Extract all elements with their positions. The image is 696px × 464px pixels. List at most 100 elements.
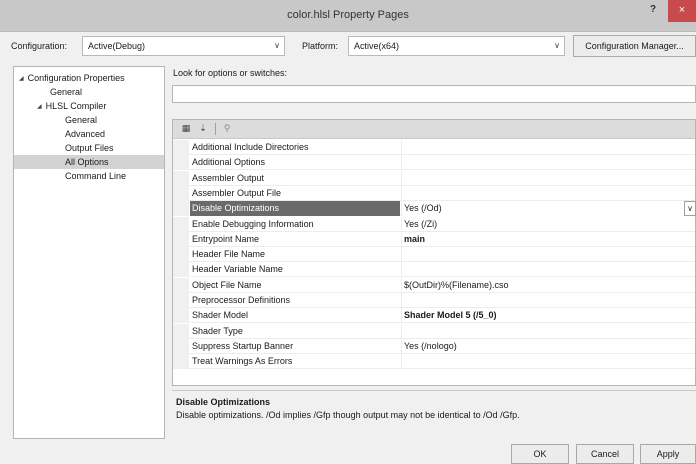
- title-bar: color.hlsl Property Pages ? ×: [0, 0, 696, 32]
- alphabetical-icon[interactable]: ⇣: [196, 122, 210, 135]
- dropdown-arrow-icon[interactable]: ∨: [684, 201, 696, 216]
- cancel-button[interactable]: Cancel: [576, 444, 634, 464]
- configuration-manager-button[interactable]: Configuration Manager...: [573, 35, 696, 57]
- property-value[interactable]: Yes (/nologo): [401, 338, 691, 354]
- platform-label: Platform:: [302, 41, 339, 51]
- property-row[interactable]: Preprocessor Definitions: [173, 293, 695, 308]
- property-name[interactable]: Additional Options: [190, 155, 400, 170]
- property-value[interactable]: Shader Model 5 (/5_0): [401, 308, 691, 324]
- property-row[interactable]: Entrypoint Name main: [173, 231, 695, 247]
- property-row[interactable]: Enable Debugging Information Yes (/Zi): [173, 216, 695, 232]
- property-row[interactable]: Suppress Startup Banner Yes (/nologo): [173, 338, 695, 354]
- chevron-down-icon: ∨: [274, 41, 280, 50]
- property-row[interactable]: Shader Model Shader Model 5 (/5_0): [173, 308, 695, 324]
- tree-item-all-options[interactable]: All Options: [14, 155, 164, 169]
- property-value[interactable]: [401, 262, 691, 278]
- tree-item-command-line[interactable]: Command Line: [65, 169, 126, 183]
- property-value[interactable]: main: [401, 231, 691, 247]
- property-row[interactable]: Treat Warnings As Errors: [173, 354, 695, 370]
- property-row[interactable]: Additional Options: [173, 155, 695, 171]
- property-name[interactable]: Enable Debugging Information: [190, 217, 400, 232]
- row-gutter: [173, 354, 189, 370]
- expand-triangle-icon[interactable]: ◢: [37, 104, 42, 110]
- description-text: Disable optimizations. /Od implies /Gfp …: [176, 410, 520, 420]
- property-grid-toolbar: ▦ ⇣ ⚲: [173, 120, 695, 139]
- property-value[interactable]: [401, 293, 691, 308]
- property-name[interactable]: Suppress Startup Banner: [190, 339, 400, 354]
- property-name[interactable]: Object File Name: [190, 278, 400, 293]
- apply-button[interactable]: Apply: [640, 444, 696, 464]
- help-button[interactable]: ?: [646, 4, 660, 20]
- configuration-value: Active(Debug): [88, 41, 146, 51]
- row-gutter: [173, 293, 189, 308]
- row-gutter: [173, 216, 189, 232]
- row-gutter: [173, 277, 189, 293]
- search-input[interactable]: [172, 85, 696, 103]
- property-name[interactable]: Entrypoint Name: [190, 232, 400, 247]
- property-row[interactable]: Shader Type: [173, 323, 695, 339]
- property-name[interactable]: Header Variable Name: [190, 262, 400, 277]
- configuration-bar: Configuration: Active(Debug) ∨ Platform:…: [0, 32, 696, 64]
- tree-item-label: Configuration Properties: [27, 73, 125, 83]
- close-button[interactable]: ×: [668, 0, 696, 22]
- row-gutter: [173, 262, 189, 278]
- property-name[interactable]: Assembler Output File: [190, 186, 400, 201]
- row-gutter: [173, 201, 189, 217]
- property-row[interactable]: Header Variable Name: [173, 262, 695, 278]
- tree-item-advanced[interactable]: Advanced: [65, 127, 105, 141]
- tree-item-hlsl-compiler[interactable]: ◢ HLSL Compiler: [37, 99, 106, 113]
- property-name[interactable]: Shader Model: [190, 308, 400, 323]
- property-value[interactable]: [401, 155, 691, 171]
- property-row[interactable]: Additional Include Directories: [173, 140, 695, 155]
- tree-item-general[interactable]: General: [50, 85, 82, 99]
- description-panel: Disable Optimizations Disable optimizati…: [172, 390, 696, 439]
- property-value[interactable]: [401, 323, 691, 339]
- expand-triangle-icon[interactable]: ◢: [19, 76, 24, 82]
- property-name[interactable]: Shader Type: [190, 324, 400, 339]
- tree-item-label: HLSL Compiler: [45, 101, 107, 111]
- row-gutter: [173, 140, 189, 155]
- property-value[interactable]: [401, 185, 691, 201]
- row-gutter: [173, 231, 189, 247]
- row-gutter: [173, 155, 189, 171]
- platform-select[interactable]: Active(x64) ∨: [348, 36, 565, 56]
- description-title: Disable Optimizations: [176, 397, 271, 407]
- property-grid: ▦ ⇣ ⚲ Additional Include Directories Addi…: [172, 119, 696, 386]
- row-gutter: [173, 185, 189, 201]
- row-gutter: [173, 170, 189, 186]
- row-gutter: [173, 323, 189, 339]
- tree-item-configuration-properties[interactable]: ◢ Configuration Properties: [19, 71, 125, 85]
- configuration-label: Configuration:: [11, 41, 68, 51]
- property-name[interactable]: Additional Include Directories: [190, 140, 400, 155]
- property-row[interactable]: Header File Name: [173, 247, 695, 263]
- property-value[interactable]: Yes (/Od): [401, 201, 691, 217]
- property-value[interactable]: [401, 247, 691, 263]
- ok-button[interactable]: OK: [511, 444, 569, 464]
- property-name[interactable]: Preprocessor Definitions: [190, 293, 400, 308]
- property-name[interactable]: Header File Name: [190, 247, 400, 262]
- property-value[interactable]: [401, 170, 691, 186]
- property-pages-icon[interactable]: ⚲: [220, 122, 234, 135]
- row-gutter: [173, 338, 189, 354]
- tree-item-compiler-general[interactable]: General: [65, 113, 97, 127]
- property-value[interactable]: [401, 354, 691, 370]
- window-title: color.hlsl Property Pages: [287, 9, 409, 21]
- category-tree[interactable]: ◢ Configuration Properties General ◢ HLSL …: [13, 66, 165, 439]
- property-value[interactable]: [401, 140, 691, 155]
- property-row[interactable]: Object File Name $(OutDir)%(Filename).cso: [173, 277, 695, 293]
- property-row[interactable]: Assembler Output: [173, 170, 695, 186]
- property-name[interactable]: Treat Warnings As Errors: [190, 354, 400, 369]
- property-name[interactable]: Assembler Output: [190, 171, 400, 186]
- chevron-down-icon: ∨: [554, 41, 560, 50]
- configuration-select[interactable]: Active(Debug) ∨: [82, 36, 285, 56]
- search-label: Look for options or switches:: [173, 68, 288, 78]
- row-gutter: [173, 247, 189, 263]
- property-row[interactable]: Disable Optimizations Yes (/Od): [173, 201, 695, 217]
- tree-item-output-files[interactable]: Output Files: [65, 141, 114, 155]
- toolbar-divider: [215, 123, 216, 135]
- property-row[interactable]: Assembler Output File: [173, 185, 695, 201]
- categorized-icon[interactable]: ▦: [179, 122, 193, 135]
- property-value[interactable]: Yes (/Zi): [401, 216, 691, 232]
- property-name[interactable]: Disable Optimizations: [190, 201, 400, 217]
- property-value[interactable]: $(OutDir)%(Filename).cso: [401, 277, 691, 293]
